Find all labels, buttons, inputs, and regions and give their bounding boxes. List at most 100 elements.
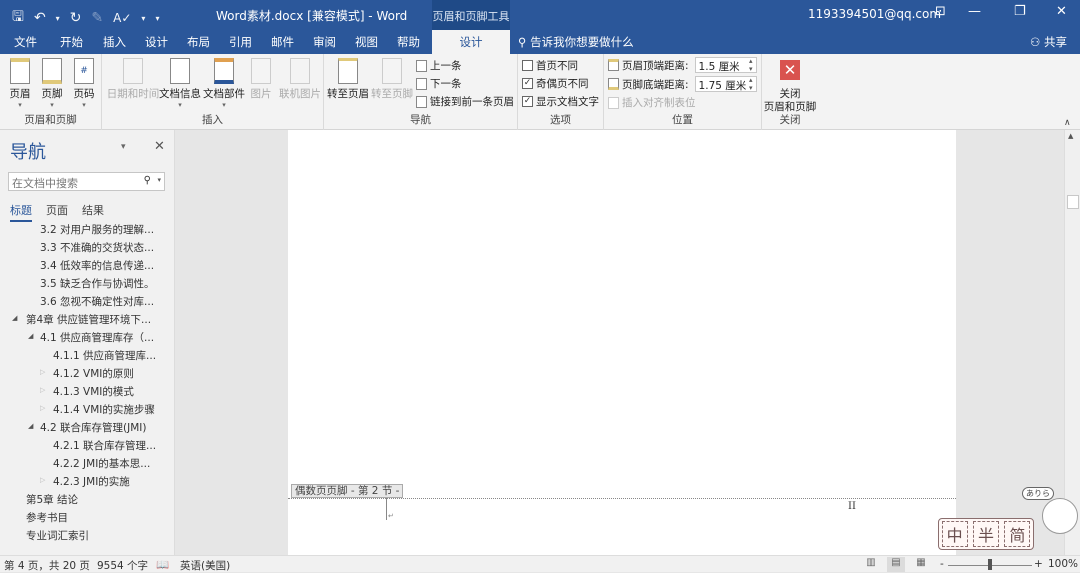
show-document-text-checkbox[interactable]: ✓ 显示文档文字 xyxy=(522,94,599,109)
group-position: 页眉顶端距离: 1.5 厘米 ▴ ▾ 页脚底端距离: 1.75 厘米 ▴ ▾ 插入对齐制表位… xyxy=(604,54,762,130)
redo-icon[interactable]: ↻ xyxy=(70,10,82,26)
undo-icon[interactable]: ↶ xyxy=(34,10,46,26)
expand-triangle-icon[interactable]: ◢ xyxy=(28,422,33,430)
tell-me-search[interactable]: ⚲ 告诉我你想要做什么 xyxy=(518,34,634,50)
online-pictures-button[interactable]: 联机图片 xyxy=(278,58,322,101)
nav-pane-options-icon[interactable]: ▾ xyxy=(121,142,126,152)
spelling-icon[interactable]: A✓ xyxy=(113,11,131,25)
web-layout-icon[interactable]: ▦ xyxy=(912,557,930,572)
spinner-arrows-icon[interactable]: ▴ ▾ xyxy=(749,57,753,73)
zoom-out-button[interactable]: - xyxy=(940,558,944,570)
outline-item[interactable]: 3.2 对用户服务的理解... xyxy=(0,220,175,238)
link-to-previous-button[interactable]: 链接到前一条页眉 xyxy=(416,94,514,109)
minimize-icon[interactable]: — xyxy=(968,4,981,19)
outline-item[interactable]: 4.2.1 联合库存管理... xyxy=(0,436,175,454)
go-to-header-button[interactable]: 转至页眉 xyxy=(326,58,370,101)
outline-item[interactable]: ▷ 4.1.3 VMI的模式 xyxy=(0,382,175,400)
outline-item[interactable]: 3.3 不准确的交货状态... xyxy=(0,238,175,256)
collapse-ribbon-icon[interactable]: ∧ xyxy=(1064,118,1071,128)
outline-item[interactable]: ◢ 第4章 供应链管理环境下... xyxy=(0,310,175,328)
tab-help[interactable]: 帮助 xyxy=(397,34,420,50)
different-odd-even-checkbox[interactable]: ✓ 奇偶页不同 xyxy=(522,76,589,91)
nav-search-input[interactable]: 在文档中搜索 ⚲ ▾ xyxy=(8,172,165,191)
spinner-arrows-icon[interactable]: ▴ ▾ xyxy=(749,76,753,92)
document-area[interactable]: 偶数页页脚 - 第 2 节 - ↵ II xyxy=(176,130,1064,555)
insert-alignment-tab-button[interactable]: 插入对齐制表位 xyxy=(608,95,696,110)
header-button[interactable]: 页眉 ▾ xyxy=(2,58,38,109)
pictures-button[interactable]: 图片 xyxy=(244,58,278,101)
outline-item[interactable]: ◢ 4.2 联合库存管理(JMI) xyxy=(0,418,175,436)
scrollbar-thumb[interactable] xyxy=(1067,195,1079,209)
search-icon[interactable]: ⚲ xyxy=(144,175,151,186)
tab-view[interactable]: 视图 xyxy=(355,34,378,50)
footer-from-bottom-input[interactable]: 1.75 厘米 ▴ ▾ xyxy=(694,76,757,92)
tab-insert[interactable]: 插入 xyxy=(103,34,126,50)
page-info[interactable]: 第 4 页，共 20 页 xyxy=(4,558,90,573)
vertical-scrollbar[interactable]: ▲ xyxy=(1064,130,1080,555)
collapse-triangle-icon[interactable]: ▷ xyxy=(40,404,45,412)
tab-header-footer-design[interactable]: 设计 xyxy=(432,30,510,54)
outline-item[interactable]: 专业词汇索引 xyxy=(0,526,175,544)
outline-item[interactable]: ▷ 4.1.4 VMI的实施步骤 xyxy=(0,400,175,418)
tab-file[interactable]: 文件 xyxy=(14,34,37,50)
next-button[interactable]: 下一条 xyxy=(416,76,462,91)
save-icon[interactable]: 🖫 xyxy=(12,6,24,30)
tab-layout[interactable]: 布局 xyxy=(187,34,210,50)
zoom-level[interactable]: 100% xyxy=(1048,558,1078,570)
expand-triangle-icon[interactable]: ◢ xyxy=(12,314,17,322)
header-from-top-input[interactable]: 1.5 厘米 ▴ ▾ xyxy=(694,57,757,73)
footer-page-number[interactable]: II xyxy=(848,501,856,512)
outline-item[interactable]: ◢ 4.1 供应商管理库存（... xyxy=(0,328,175,346)
customize-qat-icon[interactable]: ▾ xyxy=(155,14,159,23)
tab-mailings[interactable]: 邮件 xyxy=(271,34,294,50)
document-info-button[interactable]: 文档信息 ▾ xyxy=(158,58,202,109)
tab-home[interactable]: 开始 xyxy=(60,34,83,50)
chevron-down-icon[interactable]: ▾ xyxy=(157,176,161,184)
outline-item[interactable]: 参考书目 xyxy=(0,508,175,526)
go-to-footer-button[interactable]: 转至页脚 xyxy=(370,58,414,101)
collapse-triangle-icon[interactable]: ▷ xyxy=(40,476,45,484)
share-button[interactable]: ⚇ 共享 xyxy=(1030,34,1067,50)
close-header-footer-button[interactable]: ✕ 关闭 页眉和页脚 xyxy=(762,54,818,114)
outline-item[interactable]: ▷ 4.2.3 JMI的实施 xyxy=(0,472,175,490)
outline-item[interactable]: 3.5 缺乏合作与协调性。 xyxy=(0,274,175,292)
zoom-slider-thumb[interactable] xyxy=(988,559,992,570)
outline-item[interactable]: 第5章 结论 xyxy=(0,490,175,508)
nav-tab-headings[interactable]: 标题 xyxy=(10,202,32,222)
print-layout-icon[interactable]: ▤ xyxy=(887,557,905,572)
scroll-up-icon[interactable]: ▲ xyxy=(1068,132,1073,140)
ribbon-display-options-icon[interactable]: ⊡ xyxy=(935,4,946,19)
restore-icon[interactable]: ❐ xyxy=(1014,4,1026,19)
collapse-triangle-icon[interactable]: ▷ xyxy=(40,386,45,394)
outline-item[interactable]: 4.1.1 供应商管理库... xyxy=(0,346,175,364)
expand-triangle-icon[interactable]: ◢ xyxy=(28,332,33,340)
quick-parts-button[interactable]: 文档部件 ▾ xyxy=(202,58,246,109)
format-painter-icon[interactable]: ✎ xyxy=(91,10,103,26)
page-number-button[interactable]: # 页码 ▾ xyxy=(66,58,102,109)
spelling-dropdown-icon[interactable]: ▾ xyxy=(141,14,145,23)
document-page[interactable]: 偶数页页脚 - 第 2 节 - ↵ II xyxy=(288,130,956,555)
tab-design[interactable]: 设计 xyxy=(145,34,168,50)
outline-item[interactable]: 3.6 忽视不确定性对库... xyxy=(0,292,175,310)
outline-item[interactable]: ▷ 4.1.2 VMI的原则 xyxy=(0,364,175,382)
language[interactable]: 英语(美国) xyxy=(180,558,230,573)
zoom-in-button[interactable]: + xyxy=(1034,558,1043,570)
outline-item[interactable]: 4.2.2 JMI的基本思... xyxy=(0,454,175,472)
close-window-icon[interactable]: ✕ xyxy=(1056,4,1067,19)
footer-button[interactable]: 页脚 ▾ xyxy=(34,58,70,109)
collapse-triangle-icon[interactable]: ▷ xyxy=(40,368,45,376)
undo-dropdown-icon[interactable]: ▾ xyxy=(56,14,60,23)
previous-button[interactable]: 上一条 xyxy=(416,58,462,73)
nav-tab-pages[interactable]: 页面 xyxy=(46,202,68,222)
account-name[interactable]: 1193394501@qq.com xyxy=(808,7,941,21)
date-time-button[interactable]: 日期和时间 xyxy=(106,58,160,101)
close-icon[interactable]: ✕ xyxy=(154,139,165,154)
outline-item[interactable]: 3.4 低效率的信息传递... xyxy=(0,256,175,274)
tab-references[interactable]: 引用 xyxy=(229,34,252,50)
nav-tab-results[interactable]: 结果 xyxy=(82,202,104,222)
read-mode-icon[interactable]: ▥ xyxy=(862,557,880,572)
different-first-page-checkbox[interactable]: 首页不同 xyxy=(522,58,578,73)
proofing-icon[interactable]: 📖 xyxy=(156,558,169,571)
tab-review[interactable]: 审阅 xyxy=(313,34,336,50)
word-count[interactable]: 9554 个字 xyxy=(97,558,148,573)
